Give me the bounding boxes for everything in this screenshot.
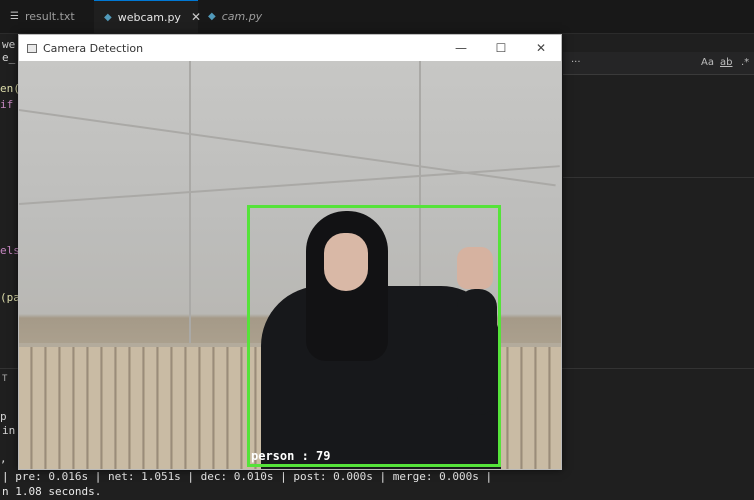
app-icon [27,43,37,53]
python-file-icon: ◆ [104,11,112,23]
code-fragment: e_ [2,51,16,64]
tab-label: result.txt [24,10,75,23]
whole-word-toggle[interactable]: ab [720,57,732,68]
code-fragment: (pa [0,291,20,304]
detection-label: person : 79 [251,449,331,463]
wall-seam [19,109,556,187]
regex-toggle[interactable]: .* [741,57,749,68]
tab-label: webcam.py [117,10,181,24]
window-titlebar[interactable]: Camera Detection — ☐ ✕ [19,35,561,61]
terminal-line: n 1.08 seconds. [2,485,102,498]
find-widget: ··· Aa ab .* [563,52,754,75]
code-fragment: in [2,424,16,437]
match-case-toggle[interactable]: Aa [701,57,714,68]
wall-seam [19,165,560,205]
tab-result-txt[interactable]: ☰ result.txt [0,0,94,33]
code-fragment: we [2,38,16,51]
camera-feed: person : 79 [19,61,561,469]
terminal-line: | pre: 0.016s | net: 1.051s | dec: 0.010… [2,470,493,483]
more-options-icon[interactable]: ··· [571,57,581,68]
editor-tab-bar: ☰ result.txt ◆ webcam.py ✕ ◆ cam.py [0,0,754,34]
text-file-icon: ☰ [10,11,19,22]
code-fragment: els [0,244,20,257]
tab-webcam-py[interactable]: ◆ webcam.py ✕ [94,0,201,33]
divider [563,177,754,178]
code-fragment: p [0,410,7,423]
minimize-button[interactable]: — [441,35,481,61]
camera-detection-window[interactable]: Camera Detection — ☐ ✕ person : 79 [18,34,562,470]
code-fragment: if [0,98,14,111]
python-file-icon: ◆ [208,11,216,22]
wall-seam [189,61,191,347]
window-title: Camera Detection [43,41,144,55]
tab-label: cam.py [221,10,263,23]
tab-cam-py[interactable]: ◆ cam.py [198,0,298,33]
maximize-button[interactable]: ☐ [481,35,521,61]
code-fragment: en( [0,82,20,95]
close-button[interactable]: ✕ [521,35,561,61]
panel-header-fragment: T [2,374,8,384]
detection-bounding-box [247,205,501,467]
